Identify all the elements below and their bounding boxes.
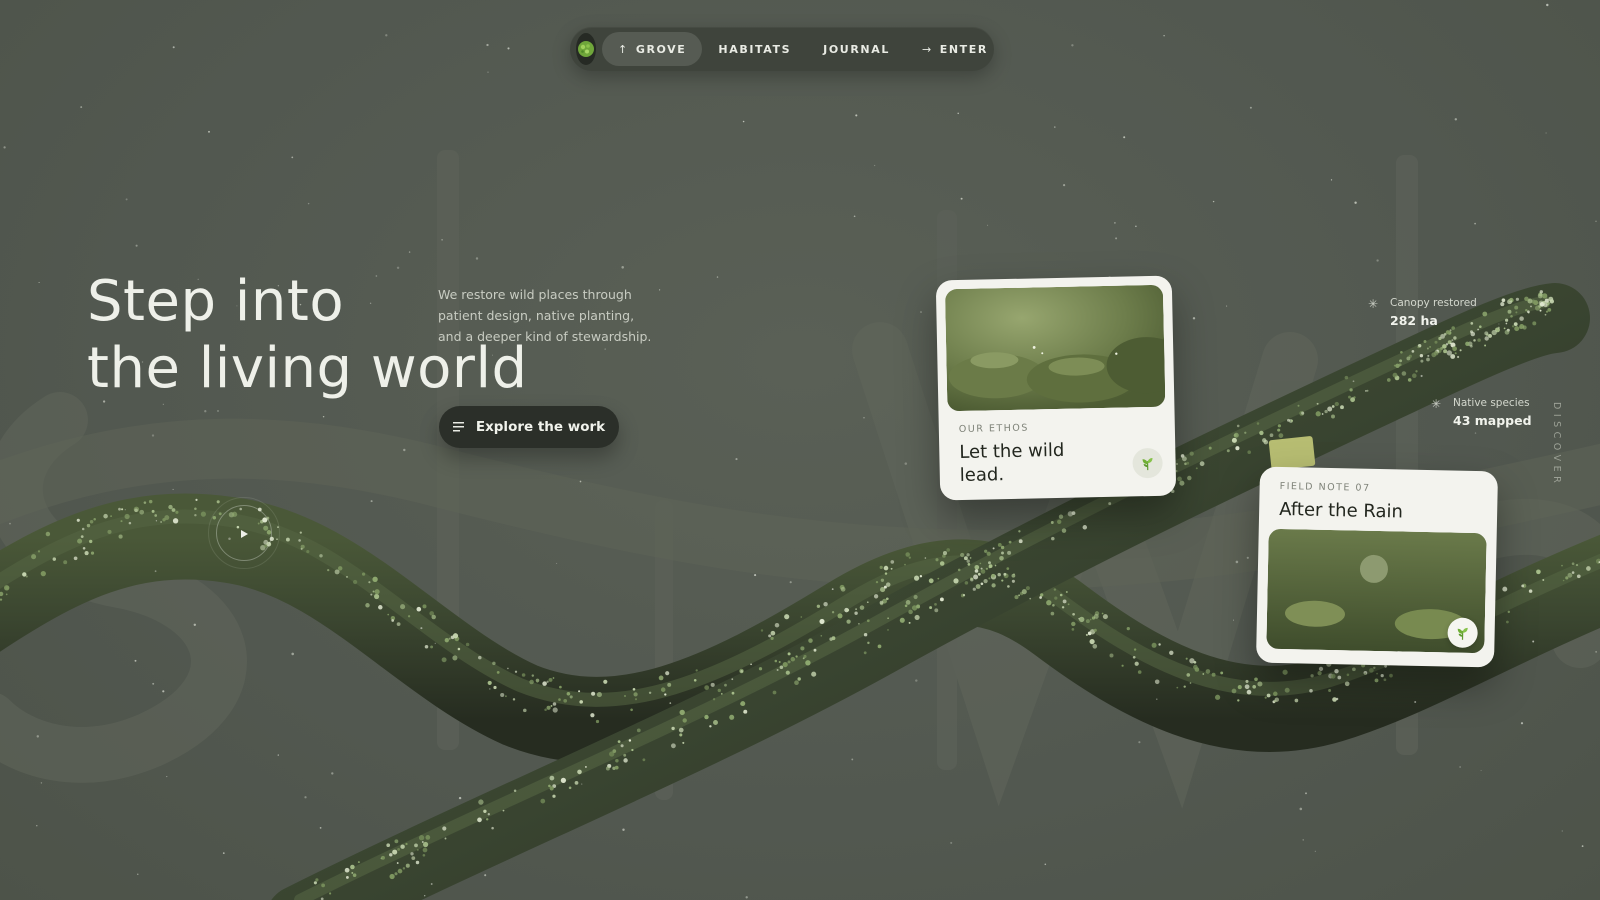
stat-value: 282 ha: [1390, 313, 1438, 328]
discover-label[interactable]: DISCOVER: [1551, 402, 1562, 487]
hero-description: We restore wild places through patient d…: [438, 284, 658, 347]
nav-item-journal[interactable]: JOURNAL: [807, 32, 906, 66]
field-note-title: After the Rain: [1278, 498, 1404, 523]
ethos-card[interactable]: OUR ETHOS Let the wild lead.: [935, 275, 1177, 501]
hero-description-line: and a deeper kind of stewardship.: [438, 329, 652, 344]
field-note-card[interactable]: FIELD NOTE 07 After the Rain: [1255, 466, 1499, 668]
play-icon: [239, 524, 249, 543]
cta-label: Explore the work: [475, 419, 606, 435]
stat-canopy-restored: ✳ Canopy restored 282 ha: [1368, 297, 1477, 328]
menu-lines-icon: [452, 422, 465, 432]
nav-item-enter[interactable]: → ENTER: [906, 32, 1004, 66]
stat-native-species: ✳ Native species 43 mapped: [1431, 397, 1532, 428]
nav-item-label: ENTER: [939, 42, 988, 56]
arrow-up-icon: ↑: [618, 42, 629, 56]
main-nav: ↑ GROVE HABITATS JOURNAL → ENTER: [570, 27, 994, 71]
ethos-eyebrow: OUR ETHOS: [958, 422, 1029, 436]
stat-label: Canopy restored: [1390, 297, 1477, 309]
asterisk-icon: ✳: [1431, 397, 1442, 411]
asterisk-icon: ✳: [1368, 297, 1379, 311]
hero-stage: ↑ GROVE HABITATS JOURNAL → ENTER Step in…: [0, 0, 1600, 900]
stat-label: Native species: [1453, 397, 1530, 409]
stat-value: 43 mapped: [1453, 413, 1532, 428]
field-note-eyebrow: FIELD NOTE 07: [1279, 480, 1371, 494]
tree-globe-icon[interactable]: [576, 33, 596, 65]
nav-item-habitats[interactable]: HABITATS: [702, 32, 807, 66]
explore-the-work-button[interactable]: Explore the work: [439, 406, 619, 448]
nav-item-label: HABITATS: [718, 42, 792, 56]
hero-description-line: We restore wild places through: [438, 287, 632, 302]
vine-illustration: [0, 3, 1600, 900]
nav-item-grove[interactable]: ↑ GROVE: [602, 32, 703, 66]
arrow-right-icon: →: [921, 42, 933, 56]
nav-item-label: JOURNAL: [823, 42, 890, 56]
ethos-card-image: [944, 284, 1166, 412]
nav-item-label: GROVE: [635, 42, 687, 56]
vine-tag: [1268, 436, 1316, 470]
hero-description-line: patient design, native planting,: [438, 308, 635, 323]
field-note-image: [1266, 528, 1487, 654]
play-button[interactable]: [208, 497, 280, 569]
